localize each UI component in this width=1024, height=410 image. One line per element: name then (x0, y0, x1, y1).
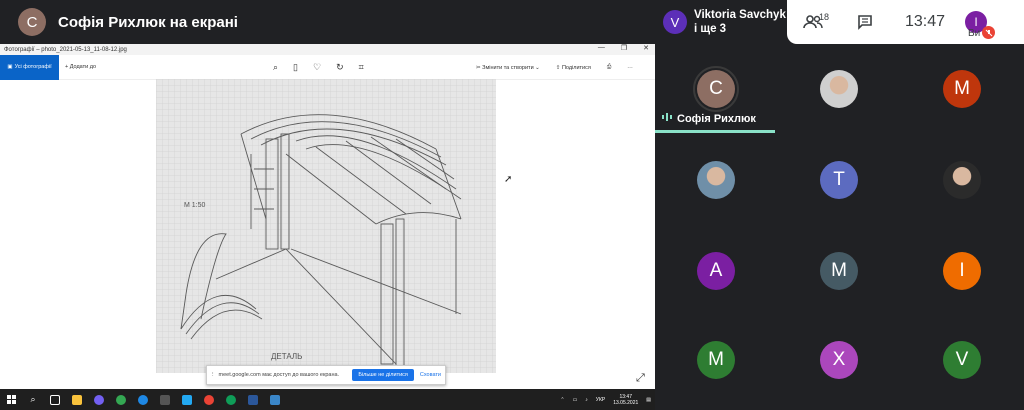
host-name: Viktoria Savchyk (694, 9, 786, 21)
mouse-cursor-icon: ➚ (504, 174, 513, 185)
presenter-title: Софія Рихлюк на екрані (58, 13, 238, 31)
word-icon[interactable] (242, 389, 264, 410)
windows-taskbar: ⌕ ⌃ ▭ ♪ УКР 13:47 13.05.2021 ▤ (0, 389, 655, 410)
windows-icon (6, 395, 16, 404)
stop-sharing-button[interactable]: Більше не ділитися (352, 369, 414, 381)
share-button[interactable]: ⇪ Поділитися (556, 65, 591, 71)
host-info: V Viktoria Savchyk і ще 3 (655, 0, 787, 44)
rotate-icon[interactable]: ↻ (336, 62, 344, 73)
participant-tile[interactable] (901, 135, 1024, 226)
edge-icon[interactable] (132, 389, 154, 410)
self-tile[interactable]: I Ви (959, 0, 1009, 44)
participant-photo (697, 161, 735, 199)
participant-tile[interactable]: С Софія Рихлюк (655, 44, 778, 135)
active-speaker-bar (655, 130, 775, 133)
add-to-button[interactable]: + Додати до (65, 64, 96, 70)
shared-screen: Фотографії – photo_2021-05-13_11-08-12.j… (0, 44, 655, 410)
all-photos-button[interactable]: ▣ Усі фотографії (0, 54, 59, 80)
meet-window: С Софія Рихлюк на екрані V Viktoria Savc… (0, 0, 1024, 410)
tray-chevron-icon[interactable]: ⌃ (560, 397, 564, 403)
detail-label: ДЕТАЛЬ (271, 352, 302, 361)
start-button[interactable] (0, 389, 22, 410)
participant-tile[interactable]: I (901, 226, 1024, 317)
participant-avatar: A (697, 252, 735, 290)
photos-toolbar: ▣ Усі фотографії + Додати до ⌕ ▯ ♡ ↻ ⌗ ✂… (0, 54, 655, 80)
self-label: Ви (968, 28, 981, 39)
host-others: і ще 3 (694, 23, 727, 35)
participant-tile[interactable]: M (778, 226, 901, 317)
vscode-icon[interactable] (176, 389, 198, 410)
participant-tile[interactable]: A (655, 226, 778, 317)
sketch-photo: М 1:50 ДЕТАЛЬ (156, 79, 496, 373)
mic-off-icon (982, 26, 995, 39)
maximize-icon[interactable]: ❐ (621, 44, 627, 52)
participant-name: Софія Рихлюк (661, 112, 756, 125)
more-button[interactable]: ··· (627, 65, 633, 71)
participant-avatar: С (697, 70, 735, 108)
print-icon[interactable]: ⎙ (607, 64, 611, 71)
task-view-icon[interactable] (44, 389, 66, 410)
system-tray: ⌃ ▭ ♪ УКР 13:47 13.05.2021 ▤ (560, 389, 651, 410)
scale-label: М 1:50 (184, 202, 206, 209)
tray-clock[interactable]: 13:47 13.05.2021 (613, 394, 638, 406)
presenter-avatar: С (18, 8, 46, 36)
store-icon[interactable] (154, 389, 176, 410)
participants-grid: С Софія Рихлюк M T A M I M X V (655, 44, 1024, 410)
participant-avatar: X (820, 341, 858, 379)
participant-tile[interactable]: T (778, 135, 901, 226)
participant-tile[interactable]: V (901, 315, 1024, 406)
participant-tile[interactable]: X (778, 315, 901, 406)
photos-window-title: Фотографії – photo_2021-05-13_11-08-12.j… (4, 46, 127, 53)
share-banner-text: meet.google.com має доступ до вашого екр… (218, 372, 340, 378)
fullscreen-icon[interactable]: ⤢ (636, 372, 645, 385)
participant-tile[interactable] (778, 44, 901, 135)
photos-app-icon[interactable] (264, 389, 286, 410)
audio-level-icon (661, 112, 673, 125)
host-avatar: V (663, 10, 687, 34)
participant-avatar: I (943, 252, 981, 290)
chat-icon (858, 15, 872, 30)
file-explorer-icon[interactable] (66, 389, 88, 410)
participant-photo (820, 70, 858, 108)
notifications-icon[interactable]: ▤ (646, 397, 651, 403)
participant-avatar: T (820, 161, 858, 199)
people-button[interactable]: 18 (787, 0, 839, 44)
participant-tile[interactable] (655, 135, 778, 226)
viber-icon[interactable] (88, 389, 110, 410)
chrome-icon-2[interactable] (198, 389, 220, 410)
participant-tile[interactable]: M (901, 44, 1024, 135)
chat-button[interactable] (839, 0, 891, 44)
chrome-icon[interactable] (110, 389, 132, 410)
meeting-clock: 13:47 (904, 13, 946, 30)
close-icon[interactable]: ✕ (643, 44, 649, 52)
search-icon[interactable]: ⌕ (22, 389, 44, 410)
participant-avatar: M (820, 252, 858, 290)
language-indicator[interactable]: УКР (596, 397, 605, 403)
presenter-header: С Софія Рихлюк на екрані (0, 0, 655, 44)
hide-banner-button[interactable]: Сховати (420, 372, 441, 378)
edge-icon-2[interactable] (220, 389, 242, 410)
volume-icon[interactable]: ♪ (585, 397, 588, 403)
edit-create-button[interactable]: ✂ Змінити та створити ⌄ (476, 65, 540, 71)
participant-avatar: M (943, 70, 981, 108)
screen-share-banner: ⋮ meet.google.com має доступ до вашого е… (206, 365, 446, 385)
participant-tile[interactable]: M (655, 315, 778, 406)
meeting-controls: 18 13:47 I Ви (787, 0, 1024, 44)
minimize-icon[interactable]: — (598, 44, 605, 52)
zoom-icon[interactable]: ⌕ (273, 62, 278, 73)
participant-avatar: M (697, 341, 735, 379)
delete-icon[interactable]: ▯ (293, 62, 298, 73)
people-count: 18 (819, 12, 830, 22)
network-icon[interactable]: ▭ (573, 397, 578, 403)
crop-icon[interactable]: ⌗ (359, 62, 364, 73)
photos-icon: ▣ (7, 64, 13, 70)
participant-photo (943, 161, 981, 199)
photos-window-titlebar: Фотографії – photo_2021-05-13_11-08-12.j… (0, 44, 655, 55)
favorite-icon[interactable]: ♡ (313, 62, 321, 73)
participant-avatar: V (943, 341, 981, 379)
